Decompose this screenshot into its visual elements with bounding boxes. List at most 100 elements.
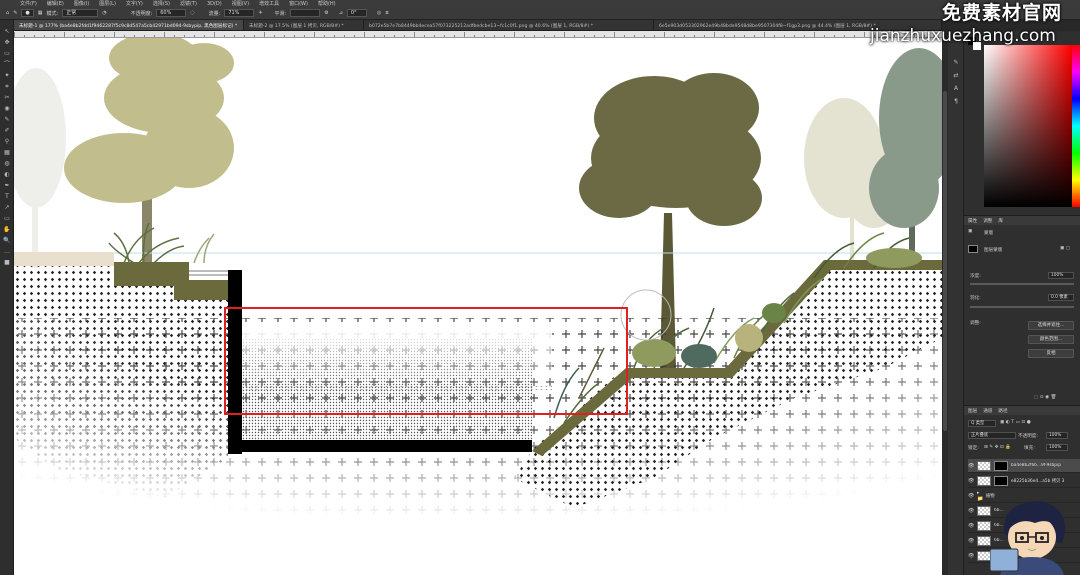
mask-options-icon[interactable]: ▣ ▢ (1060, 246, 1070, 251)
side-panel-icon-0[interactable]: ✎ (952, 59, 960, 66)
layer-opacity-field[interactable]: 100% (1046, 432, 1068, 439)
tool-icon-6[interactable]: ✂ (2, 94, 12, 102)
document-tab-1[interactable]: 未标题-2 @ 17.5% (图层 1 拷贝, RGB/8#) * (244, 20, 364, 30)
layer-filter-kind[interactable]: Q 类型 (968, 420, 996, 427)
menu-item-11[interactable]: 帮助(H) (318, 0, 336, 7)
visibility-eye-icon[interactable]: 👁 (968, 538, 974, 544)
pressure-size-icon[interactable]: ◎ (377, 10, 381, 16)
tab-channels[interactable]: 通道 (983, 408, 992, 414)
tree-bg-left (14, 68, 66, 268)
layer-mask-thumbnail[interactable] (994, 460, 1008, 471)
visibility-eye-icon[interactable]: 👁 (968, 493, 974, 499)
mode-select[interactable]: 正常 (62, 9, 99, 17)
menu-item-9[interactable]: 增效工具 (259, 0, 279, 7)
layer-mask-thumbnail[interactable] (994, 475, 1008, 486)
tab-layers[interactable]: 图层 (968, 408, 977, 414)
brush-tool-icon[interactable]: ✎ (13, 10, 17, 16)
tab-adjustments[interactable]: 调整 (983, 218, 992, 224)
mode-label: 模式: (46, 10, 59, 17)
select-and-mask-button[interactable]: 选择并遮住... (1028, 321, 1074, 330)
tab-paths[interactable]: 路径 (998, 408, 1007, 414)
hue-slider[interactable] (1072, 45, 1080, 207)
scrollbar-thumb[interactable] (943, 91, 947, 431)
layer-row[interactable]: 👁 ba4e8b2f66...9f-9sbpip (968, 459, 1080, 473)
ruler-tick (654, 35, 655, 37)
visibility-eye-icon[interactable]: 👁 (968, 523, 974, 529)
ruler-tick (84, 35, 85, 37)
visibility-eye-icon[interactable]: 👁 (968, 508, 974, 514)
menu-item-2[interactable]: 图像(I) (74, 0, 89, 7)
side-panel-icon-2[interactable]: A (952, 85, 960, 92)
brush-settings-icon[interactable]: ▦ (38, 10, 43, 16)
tool-icon-14[interactable]: ✒ (2, 182, 12, 190)
visibility-eye-icon[interactable]: 👁 (968, 478, 974, 484)
brush-size-picker[interactable]: ● (21, 9, 34, 17)
menu-item-0[interactable]: 文件(F) (20, 0, 37, 7)
tool-icon-18[interactable]: ✋ (2, 226, 12, 234)
tab-libraries[interactable]: 库 (998, 218, 1003, 224)
tool-icon-4[interactable]: ✦ (2, 72, 12, 80)
tool-icon-20[interactable]: … (2, 248, 12, 256)
menu-item-1[interactable]: 编辑(E) (47, 0, 64, 7)
layer-name: e8225b36e4...a5b 拷贝 3 (1011, 478, 1065, 484)
document-tab-2[interactable]: b072e5b7e7b8449bb4ecea57f073225212adfbed… (364, 20, 654, 30)
smoothing-field[interactable] (290, 9, 321, 17)
menu-item-8[interactable]: 视图(V) (232, 0, 249, 7)
document-tab-0[interactable]: 未标题-1 @ 177% (ba4e8b2fdd1f9462287f5c9c8d… (14, 20, 244, 30)
tool-icon-13[interactable]: ◐ (2, 171, 12, 179)
blend-mode-select[interactable]: 正片叠底 (968, 432, 1016, 439)
tab-properties[interactable]: 属性 (968, 218, 977, 224)
tool-icon-8[interactable]: ✎ (2, 116, 12, 124)
tool-icon-11[interactable]: ▦ (2, 149, 12, 157)
lock-icons[interactable]: ⊞ ✎ ✥ ⊡ 🔒 (984, 445, 1011, 450)
menu-item-10[interactable]: 窗口(W) (289, 0, 308, 7)
tool-icon-10[interactable]: ⚲ (2, 138, 12, 146)
tool-icon-21[interactable]: ■ (2, 259, 12, 267)
layer-filter-icons[interactable]: ▣ ◐ T ▭ ⊡ ● (1000, 420, 1031, 425)
menu-item-7[interactable]: 3D(D) (207, 1, 222, 7)
feather-label: 羽化: (970, 296, 981, 301)
color-picker-field[interactable] (984, 45, 1072, 207)
menu-item-3[interactable]: 图层(L) (99, 0, 116, 7)
visibility-eye-icon[interactable]: 👁 (968, 553, 974, 559)
tool-icon-17[interactable]: ▭ (2, 215, 12, 223)
layer-row[interactable]: 👁 e8225b36e4...a5b 拷贝 3 (968, 474, 1080, 488)
menu-item-4[interactable]: 文字(Y) (126, 0, 143, 7)
folder-icon[interactable]: ▸📁 (977, 490, 983, 502)
home-icon[interactable]: ⌂ (6, 10, 9, 16)
feather-slider[interactable] (970, 306, 1074, 308)
side-panel-icon-1[interactable]: ⇄ (952, 72, 960, 79)
feather-field[interactable]: 0.0 像素 (1048, 294, 1074, 301)
tool-icon-9[interactable]: ✐ (2, 127, 12, 135)
angle-field[interactable]: 0° (346, 9, 367, 17)
tool-icon-15[interactable]: T (2, 193, 12, 201)
menu-item-5[interactable]: 选择(S) (153, 0, 170, 7)
tool-icon-0[interactable]: ↖ (2, 28, 12, 36)
tool-icon-12[interactable]: ◍ (2, 160, 12, 168)
invert-button[interactable]: 反相 (1028, 349, 1074, 358)
panel-footer-icons[interactable]: ⬚ ⊙ ◉ 🗑 (1034, 395, 1056, 400)
layer-thumbnail (977, 550, 991, 561)
visibility-eye-icon[interactable]: 👁 (968, 463, 974, 469)
tool-icon-5[interactable]: ⌗ (2, 83, 12, 91)
tool-icon-2[interactable]: ▭ (2, 50, 12, 58)
tool-icon-3[interactable]: ⌒ (2, 61, 12, 69)
airbrush-icon[interactable]: ◌ (190, 10, 194, 16)
flow-field[interactable]: 71% (224, 9, 255, 17)
canvas[interactable] (14, 38, 942, 575)
fill-field[interactable]: 100% (1046, 444, 1068, 451)
menu-item-6[interactable]: 滤镜(T) (180, 0, 197, 7)
opacity-field[interactable]: 60% (156, 9, 187, 17)
symmetry-icon[interactable]: ⧖ (385, 10, 389, 16)
density-slider[interactable] (970, 283, 1074, 285)
tool-icon-19[interactable]: 🔍 (2, 237, 12, 245)
smoothing-settings-icon[interactable]: ⚙ (324, 10, 328, 16)
tool-icon-7[interactable]: ◉ (2, 105, 12, 113)
tool-icon-1[interactable]: ✥ (2, 39, 12, 47)
density-field[interactable]: 100% (1048, 272, 1074, 279)
tool-icon-16[interactable]: ↗ (2, 204, 12, 212)
color-range-button[interactable]: 颜色范围... (1028, 335, 1074, 344)
pressure-icon[interactable]: ◔ (102, 10, 106, 16)
flow-pressure-icon[interactable]: ✈ (258, 10, 262, 16)
side-panel-icon-3[interactable]: ¶ (952, 98, 960, 105)
